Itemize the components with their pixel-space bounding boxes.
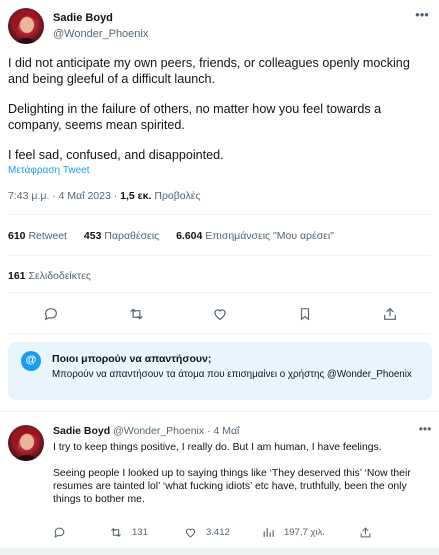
tweet-actions <box>8 303 431 325</box>
reply-paragraph: Seeing people I looked up to saying thin… <box>53 468 411 505</box>
share-icon[interactable] <box>379 303 401 325</box>
divider <box>8 255 431 256</box>
bookmarks-stat[interactable]: 161 Σελιδοδείκτες <box>8 270 91 282</box>
more-options-icon[interactable]: ••• <box>414 423 436 439</box>
author-name[interactable]: Sadie Boyd <box>53 12 113 24</box>
tweet-text: I did not anticipate my own peers, frien… <box>8 56 432 179</box>
avatar[interactable] <box>8 425 44 461</box>
reply-actions: 131 3.412 197,7 χιλ. <box>53 523 383 541</box>
divider <box>8 214 431 215</box>
reply-restriction-text: Μπορούν να απαντήσουν τα άτομα που επιση… <box>52 369 412 380</box>
meta-separator: · <box>113 190 118 202</box>
quotes-count: 453 <box>83 230 102 242</box>
reply-icon[interactable] <box>40 303 62 325</box>
retweet-icon <box>111 527 121 537</box>
tweet-meta: 7:43 μ.μ. · 4 Μαΐ 2023 · 1,5 εκ. Προβολέ… <box>8 190 200 202</box>
reply-retweets-count: 131 <box>132 526 148 538</box>
reply-restriction-title: Ποιοι μπορούν να απαντήσουν; <box>52 353 212 365</box>
reply-icon <box>54 527 65 538</box>
reply-tweet[interactable]: Sadie Boyd @Wonder_Phoenix · 4 Μαΐ ••• I… <box>0 415 439 555</box>
reply-likes-count: 3.412 <box>206 526 230 538</box>
divider <box>0 411 439 412</box>
reply-restriction-notice: @ Ποιοι μπορούν να απαντήσουν; Μπορούν ν… <box>8 342 432 400</box>
retweets-label: Retweet <box>28 230 67 242</box>
like-icon[interactable] <box>209 303 231 325</box>
likes-stat[interactable]: 6.604 Επισημάνσεις "Μου αρέσει" <box>176 230 334 242</box>
tweet-paragraph: I feel sad, confused, and disappointed. <box>8 148 224 162</box>
tweet-paragraph: I did not anticipate my own peers, frien… <box>8 56 410 86</box>
reply-paragraph: I try to keep things positive, I really … <box>53 442 382 453</box>
author-handle[interactable]: @Wonder_Phoenix <box>53 28 148 40</box>
meta-separator: · <box>52 190 56 202</box>
engagement-stats: 610 Retweet 453 Παραθέσεις 6.604 Επισημά… <box>8 230 348 242</box>
bookmark-icon[interactable] <box>294 303 316 325</box>
retweets-count: 610 <box>8 230 26 242</box>
bookmarks-count: 161 <box>8 270 26 282</box>
reply-views-button[interactable]: 197,7 χιλ. <box>262 523 325 541</box>
tweet-paragraph: Delighting in the failure of others, no … <box>8 102 382 132</box>
translate-tweet-link[interactable]: Μετάφραση Tweet <box>8 165 90 176</box>
share-icon <box>360 527 371 537</box>
reply-text: I try to keep things positive, I really … <box>53 441 429 519</box>
views-label: Προβολές <box>154 190 201 202</box>
divider <box>8 292 431 293</box>
reply-author-name[interactable]: Sadie Boyd <box>53 425 110 437</box>
divider <box>8 333 431 334</box>
reply-reply-button[interactable] <box>53 523 66 541</box>
likes-count: 6.604 <box>176 230 203 242</box>
reply-retweet-button[interactable]: 131 <box>109 523 148 541</box>
retweets-stat[interactable]: 610 Retweet <box>8 230 67 242</box>
at-icon: @ <box>21 351 41 371</box>
reply-share-button[interactable] <box>359 523 372 541</box>
avatar[interactable] <box>8 8 44 44</box>
retweet-icon[interactable] <box>125 303 147 325</box>
quotes-stat[interactable]: 453 Παραθέσεις <box>84 230 159 242</box>
quotes-label: Παραθέσεις <box>104 230 160 242</box>
reply-separator: · <box>207 425 211 437</box>
reply-header: Sadie Boyd @Wonder_Phoenix · 4 Μαΐ <box>53 425 239 437</box>
views-count: 1,5 εκ. <box>120 190 152 202</box>
reply-author-handle[interactable]: @Wonder_Phoenix <box>113 425 204 437</box>
bookmarks-label: Σελιδοδείκτες <box>28 270 91 282</box>
likes-label: Επισημάνσεις "Μου αρέσει" <box>205 230 334 242</box>
reply-like-button[interactable]: 3.412 <box>184 523 230 541</box>
bottom-divider <box>0 548 439 555</box>
tweet-date[interactable]: 4 Μαΐ 2023 <box>59 190 111 202</box>
reply-time[interactable]: 4 Μαΐ <box>213 425 239 437</box>
reply-views-count: 197,7 χιλ. <box>284 526 325 538</box>
more-options-icon[interactable]: ••• <box>411 8 433 26</box>
tweet-time[interactable]: 7:43 μ.μ. <box>8 190 49 202</box>
like-icon <box>185 528 196 537</box>
views-icon <box>263 527 274 537</box>
tweet-header: Sadie Boyd @Wonder_Phoenix ••• <box>8 8 433 48</box>
